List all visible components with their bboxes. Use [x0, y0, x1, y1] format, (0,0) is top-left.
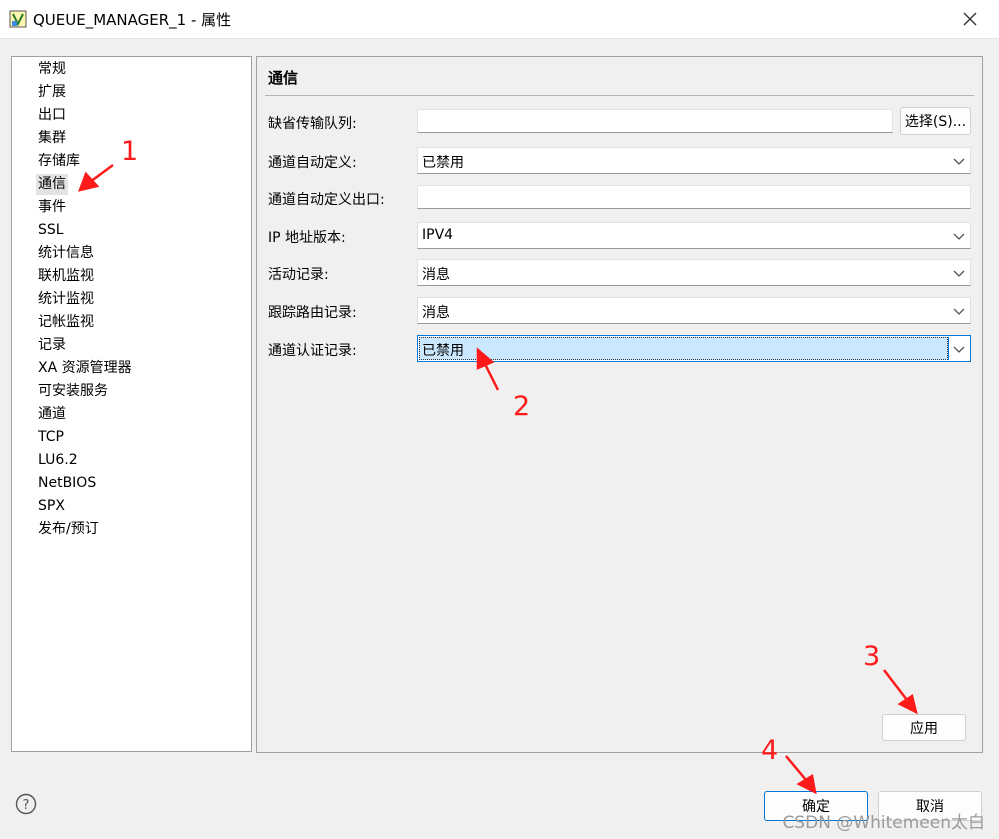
- ip-version-label: IP 地址版本:: [268, 230, 346, 246]
- tree-item-log[interactable]: 记录: [36, 335, 68, 356]
- default-xmit-queue-input[interactable]: [417, 109, 893, 133]
- annotation-arrow-4: [785, 755, 807, 781]
- tree-item-ssl[interactable]: SSL: [36, 220, 66, 241]
- select-queue-button[interactable]: 选择(S)...: [900, 107, 971, 135]
- annotation-number-1: 1: [121, 136, 139, 167]
- chevron-down-icon: [953, 346, 965, 353]
- queue-manager-icon: [9, 10, 27, 28]
- tree-item-online-monitoring[interactable]: 联机监视: [36, 266, 96, 287]
- tree-item-accounting-monitoring[interactable]: 记帐监视: [36, 312, 96, 333]
- trace-route-recording-select[interactable]: 消息: [417, 297, 971, 324]
- tree-item-statistics-monitoring[interactable]: 统计监视: [36, 289, 96, 310]
- tree-item-channels[interactable]: 通道: [36, 404, 68, 425]
- tree-item-tcp[interactable]: TCP: [36, 427, 66, 448]
- panel-title: 通信: [268, 69, 299, 87]
- window-title: QUEUE_MANAGER_1 - 属性: [33, 11, 232, 29]
- channel-auth-recording-label: 通道认证记录:: [268, 343, 357, 359]
- chevron-down-icon: [953, 233, 965, 240]
- svg-text:?: ?: [23, 798, 30, 813]
- tree-item-xa-resource-managers[interactable]: XA 资源管理器: [36, 358, 134, 379]
- activity-recording-select[interactable]: 消息: [417, 259, 971, 286]
- tree-item-general[interactable]: 常规: [36, 59, 68, 80]
- channel-auth-recording-select[interactable]: 已禁用: [417, 335, 971, 362]
- chad-label: 通道自动定义:: [268, 155, 357, 171]
- tree-item-exits[interactable]: 出口: [36, 105, 68, 126]
- annotation-number-4: 4: [761, 735, 779, 766]
- activity-recording-value: 消息: [422, 267, 450, 283]
- trace-route-recording-value: 消息: [422, 305, 450, 321]
- chevron-down-icon: [953, 270, 965, 277]
- tree-item-cluster[interactable]: 集群: [36, 128, 68, 149]
- ip-version-select[interactable]: IPV4: [417, 222, 971, 249]
- chad-exit-label: 通道自动定义出口:: [268, 192, 385, 208]
- chevron-down-icon: [953, 308, 965, 315]
- close-icon[interactable]: [957, 6, 983, 32]
- tree-item-events[interactable]: 事件: [36, 197, 68, 218]
- combo-separator: [948, 337, 949, 360]
- tree-item-netbios[interactable]: NetBIOS: [36, 473, 98, 494]
- chevron-down-icon: [953, 158, 965, 165]
- panel-divider: [265, 95, 974, 96]
- help-icon[interactable]: ?: [15, 793, 37, 815]
- channel-auth-recording-value: 已禁用: [422, 343, 464, 359]
- watermark-text: CSDN @Whitemeen太白: [782, 813, 985, 833]
- annotation-arrowhead-4: [796, 773, 817, 795]
- tree-item-lu62[interactable]: LU6.2: [36, 450, 80, 471]
- ip-version-value: IPV4: [422, 227, 454, 243]
- chad-exit-input[interactable]: [417, 185, 971, 209]
- tree-item-installable-services[interactable]: 可安装服务: [36, 381, 110, 402]
- title-bar: QUEUE_MANAGER_1 - 属性: [0, 0, 999, 39]
- trace-route-recording-label: 跟踪路由记录:: [268, 305, 357, 321]
- tree-item-publish-subscribe[interactable]: 发布/预订: [36, 519, 101, 540]
- tree-item-repository[interactable]: 存储库: [36, 151, 82, 172]
- chad-select[interactable]: 已禁用: [417, 147, 971, 174]
- annotation-number-2: 2: [513, 391, 531, 422]
- apply-button[interactable]: 应用: [882, 714, 966, 741]
- chad-value: 已禁用: [422, 155, 464, 171]
- default-xmit-queue-label: 缺省传输队列:: [268, 116, 357, 132]
- annotation-number-3: 3: [863, 641, 881, 672]
- activity-recording-label: 活动记录:: [268, 267, 329, 283]
- tree-item-statistics[interactable]: 统计信息: [36, 243, 96, 264]
- tree-item-spx[interactable]: SPX: [36, 496, 67, 517]
- tree-item-extended[interactable]: 扩展: [36, 82, 68, 103]
- tree-item-communication[interactable]: 通信: [36, 174, 68, 195]
- focus-highlight: [419, 337, 948, 360]
